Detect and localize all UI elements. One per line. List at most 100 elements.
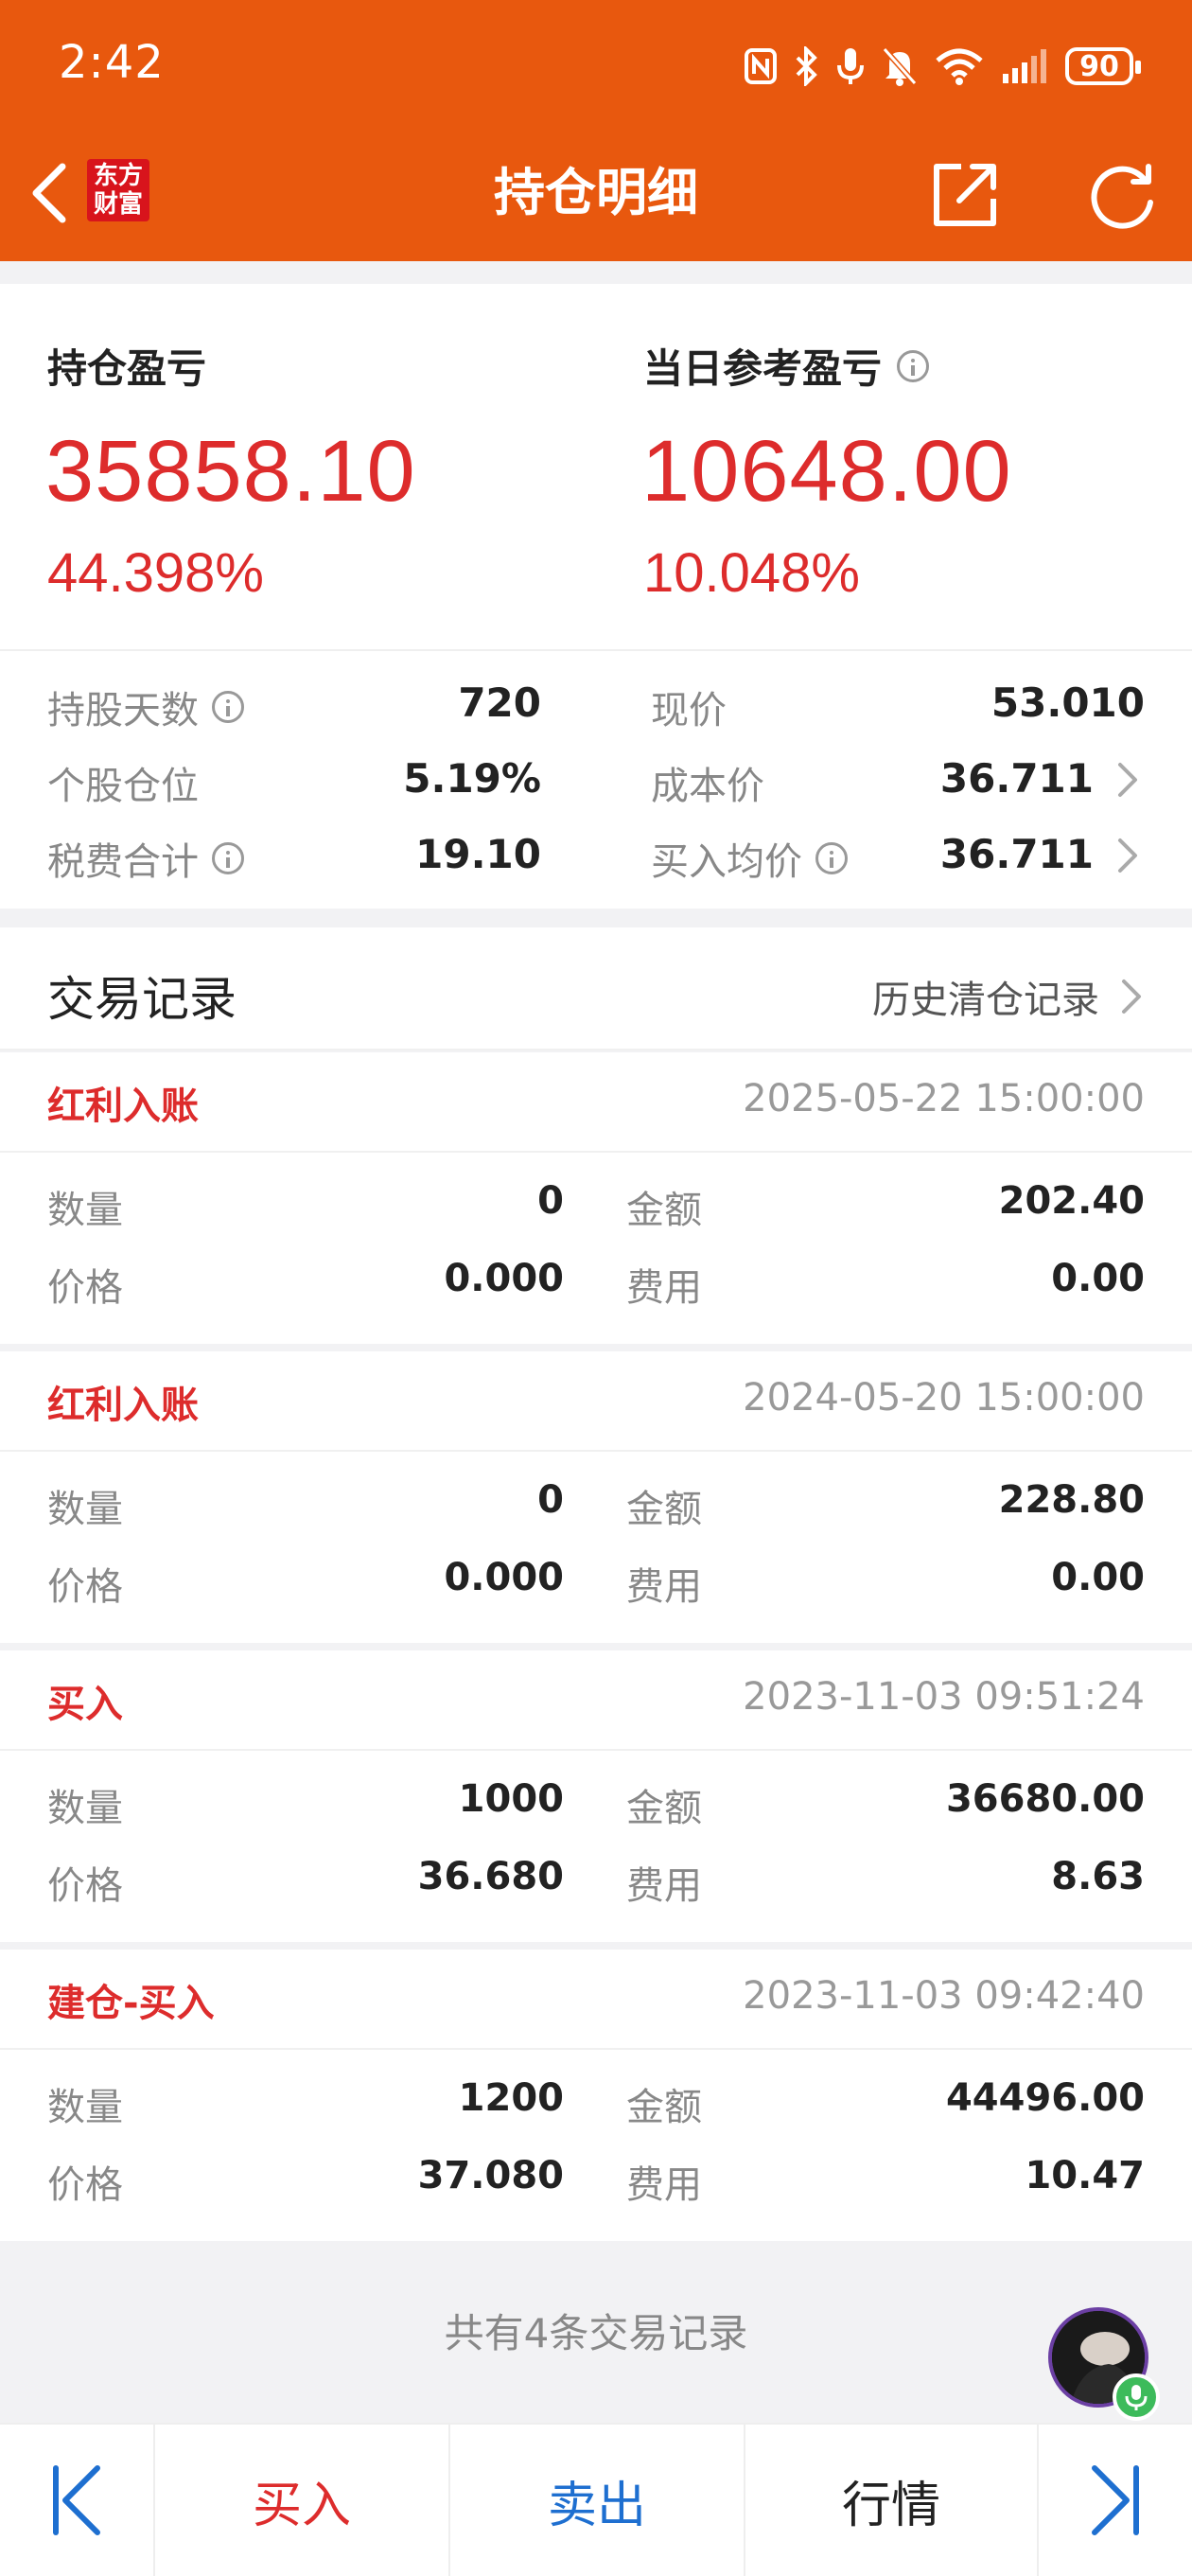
- skip-last-icon: [1092, 2465, 1139, 2535]
- record-type: 买入: [47, 1683, 123, 1726]
- trade-record[interactable]: 建仓-买入 2023-11-03 09:42:40 数量 1200 金额 444…: [0, 1950, 1192, 2241]
- amount-label: 金额: [626, 1189, 702, 1232]
- price-label: 价格: [47, 1266, 123, 1310]
- price-value: 37.080: [417, 2154, 564, 2197]
- record-time: 2024-05-20 15:00:00: [743, 1376, 1145, 1420]
- records-count-text: 共有4条交易记录: [444, 2310, 748, 2356]
- first-page-button[interactable]: [0, 2425, 153, 2576]
- chevron-right-icon[interactable]: [1116, 837, 1139, 874]
- fees-label-row: 税费合计: [47, 831, 244, 886]
- fee-label: 费用: [626, 1864, 702, 1908]
- last-page-button[interactable]: [1039, 2425, 1192, 2576]
- avg-buy-label-row[interactable]: 买入均价: [651, 831, 848, 886]
- qty-label: 数量: [47, 1488, 123, 1531]
- record-time: 2025-05-22 15:00:00: [743, 1077, 1145, 1120]
- chevron-right-icon: [1122, 979, 1141, 1014]
- record-divider: [0, 1450, 1192, 1452]
- position-ratio-value: 5.19%: [403, 755, 541, 802]
- position-pl-value: 35858.10: [45, 423, 416, 520]
- buy-button[interactable]: 买入: [155, 2425, 448, 2576]
- microphone-icon: [1125, 2385, 1148, 2410]
- qty-label: 数量: [47, 1787, 123, 1830]
- amount-value: 202.40: [998, 1179, 1145, 1223]
- fee-value: 10.47: [1025, 2154, 1145, 2197]
- price-label: 价格: [47, 1565, 123, 1609]
- mic-badge-icon: [1113, 2373, 1160, 2421]
- fees-value: 19.10: [415, 831, 541, 877]
- status-time: 2:42: [59, 36, 165, 89]
- fee-value: 8.63: [1051, 1855, 1145, 1898]
- amount-label: 金额: [626, 2086, 702, 2129]
- nfc-icon: [745, 48, 777, 84]
- market-button[interactable]: 行情: [745, 2425, 1037, 2576]
- avg-buy-value[interactable]: 36.711: [940, 831, 1094, 877]
- hold-days-label: 持股天数: [47, 689, 199, 732]
- fee-label: 费用: [626, 1266, 702, 1310]
- info-icon[interactable]: [897, 349, 930, 382]
- signal-icon: [1003, 49, 1046, 83]
- qty-value: 1200: [458, 2076, 564, 2120]
- position-summary-card: 持仓盈亏 35858.10 44.398% 当日参考盈亏 10648.00 10…: [0, 284, 1192, 909]
- trade-records-title: 交易记录: [47, 972, 237, 1027]
- amount-value: 228.80: [998, 1478, 1145, 1522]
- microphone-icon: [837, 48, 864, 84]
- cost-price-value[interactable]: 36.711: [940, 755, 1094, 802]
- refresh-icon: [1091, 164, 1153, 229]
- price-value: 0.000: [444, 1257, 564, 1300]
- qty-value: 1000: [458, 1777, 564, 1821]
- history-link-label: 历史清仓记录: [872, 979, 1099, 1022]
- amount-label: 金额: [626, 1488, 702, 1531]
- share-button[interactable]: [927, 157, 1003, 233]
- price-value: 36.680: [417, 1855, 564, 1898]
- record-type: 红利入账: [47, 1384, 199, 1427]
- qty-value: 0: [537, 1179, 564, 1223]
- hold-days-value: 720: [458, 679, 541, 726]
- position-ratio-label: 个股仓位: [47, 765, 199, 808]
- status-icons: 90: [744, 42, 1141, 91]
- record-divider: [0, 1749, 1192, 1751]
- amount-value: 36680.00: [945, 1777, 1145, 1821]
- fee-value: 0.00: [1051, 1257, 1145, 1300]
- position-pl-label: 持仓盈亏: [47, 345, 207, 392]
- daily-pl-label: 当日参考盈亏: [643, 345, 883, 392]
- app-header: 2:42 90 东方 财富 持仓明细: [0, 0, 1192, 261]
- daily-pl-label-row: 当日参考盈亏: [643, 337, 930, 395]
- page-title: 持仓明细: [494, 163, 698, 222]
- position-pl-label-row: 持仓盈亏: [47, 337, 206, 395]
- sell-button[interactable]: 卖出: [450, 2425, 744, 2576]
- record-type: 建仓-买入: [47, 1982, 215, 2025]
- qty-label: 数量: [47, 1189, 123, 1232]
- share-icon: [934, 164, 996, 226]
- fees-label: 税费合计: [47, 840, 199, 884]
- record-divider: [0, 2048, 1192, 2050]
- trade-records-header: 交易记录 历史清仓记录: [0, 927, 1192, 1050]
- position-pl-pct: 44.398%: [47, 542, 264, 604]
- current-price-label: 现价: [651, 689, 727, 732]
- price-value: 0.000: [444, 1556, 564, 1599]
- record-time: 2023-11-03 09:51:24: [743, 1675, 1145, 1719]
- skip-first-icon: [53, 2465, 100, 2535]
- trade-record[interactable]: 红利入账 2024-05-20 15:00:00 数量 0 金额 228.80 …: [0, 1351, 1192, 1643]
- price-label: 价格: [47, 1864, 123, 1908]
- amount-value: 44496.00: [945, 2076, 1145, 2120]
- records-divider: [0, 1049, 1192, 1050]
- history-clear-records-link[interactable]: 历史清仓记录: [872, 969, 1143, 1024]
- info-icon[interactable]: [212, 691, 244, 723]
- hold-days-label-row: 持股天数: [47, 679, 244, 734]
- refresh-button[interactable]: [1080, 157, 1166, 233]
- daily-pl-pct: 10.048%: [643, 542, 860, 604]
- fee-label: 费用: [626, 1565, 702, 1609]
- chevron-right-icon[interactable]: [1116, 761, 1139, 799]
- wifi-icon: [936, 48, 983, 85]
- qty-value: 0: [537, 1478, 564, 1522]
- info-icon[interactable]: [815, 842, 848, 874]
- daily-pl-value: 10648.00: [641, 423, 1012, 520]
- bottom-action-bar: 买入 卖出 行情: [0, 2423, 1192, 2576]
- record-time: 2023-11-03 09:42:40: [743, 1974, 1145, 2018]
- qty-label: 数量: [47, 2086, 123, 2129]
- avg-buy-label: 买入均价: [651, 840, 802, 884]
- info-icon[interactable]: [212, 842, 244, 874]
- trade-record[interactable]: 买入 2023-11-03 09:51:24 数量 1000 金额 36680.…: [0, 1650, 1192, 1942]
- trade-record[interactable]: 红利入账 2025-05-22 15:00:00 数量 0 金额 202.40 …: [0, 1052, 1192, 1344]
- cost-price-label[interactable]: 成本价: [651, 755, 764, 810]
